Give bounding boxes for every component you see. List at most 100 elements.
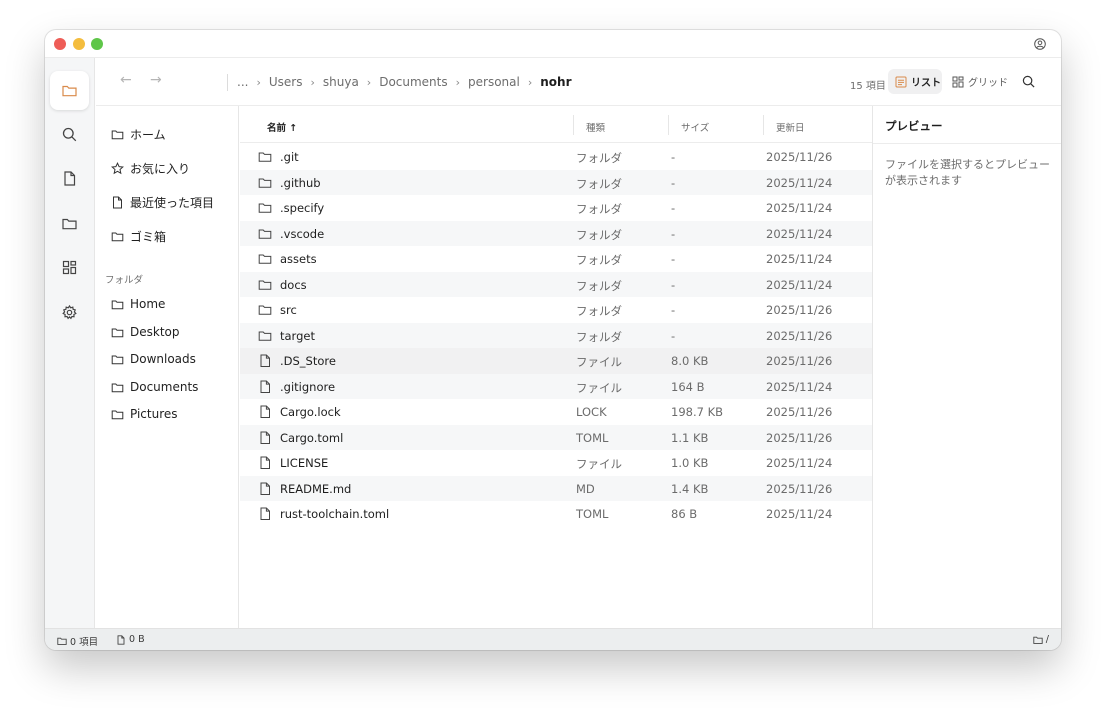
- column-resize-handle[interactable]: [573, 115, 574, 135]
- file-modified: 2025/11/24: [766, 252, 833, 266]
- file-kind: ファイル: [576, 355, 622, 369]
- sidebar-item-label: Documents: [130, 380, 199, 394]
- sidebar-folder-desktop[interactable]: Desktop: [111, 322, 180, 342]
- table-row[interactable]: LICENSE ファイル 1.0 KB 2025/11/24: [240, 450, 872, 476]
- status-item-count: 0 項目: [57, 634, 98, 648]
- rail-apps-button[interactable]: [50, 248, 89, 287]
- file-kind: フォルダ: [576, 304, 622, 318]
- back-button[interactable]: ←: [120, 72, 132, 88]
- search-icon[interactable]: [1022, 75, 1035, 88]
- file-modified: 2025/11/26: [766, 430, 833, 445]
- sidebar-folder-documents[interactable]: Documents: [111, 377, 198, 397]
- table-row[interactable]: .specify フォルダ - 2025/11/24: [240, 195, 872, 221]
- rail-settings-button[interactable]: [50, 293, 89, 332]
- status-path[interactable]: /: [1033, 634, 1049, 645]
- grid-icon: [62, 260, 77, 275]
- table-row[interactable]: assets フォルダ - 2025/11/24: [240, 246, 872, 272]
- column-header-size[interactable]: サイズ: [681, 120, 709, 134]
- file-icon: [64, 171, 76, 186]
- file-name: assets: [280, 252, 317, 266]
- chevron-right-icon: ›: [455, 75, 461, 89]
- file-name: .gitignore: [280, 379, 336, 394]
- sidebar-item-label: Desktop: [130, 325, 180, 339]
- file-name: .DS_Store: [280, 354, 336, 368]
- sidebar-folder-downloads[interactable]: Downloads: [111, 349, 196, 369]
- preview-title: プレビュー: [885, 119, 943, 133]
- column-resize-handle[interactable]: [668, 115, 669, 135]
- table-row[interactable]: docs フォルダ - 2025/11/24: [240, 271, 872, 297]
- folder-icon: [111, 328, 124, 337]
- breadcrumb-shuya[interactable]: shuya: [323, 75, 359, 89]
- zoom-window-button[interactable]: [91, 38, 103, 50]
- file-kind: MD: [576, 481, 595, 496]
- close-window-button[interactable]: [54, 38, 66, 50]
- list-view-icon: [895, 76, 907, 87]
- column-resize-handle[interactable]: [763, 115, 764, 135]
- grid-view-button[interactable]: グリッド: [952, 69, 1008, 94]
- sidebar-item-label: ホーム: [130, 127, 166, 142]
- file-kind: フォルダ: [576, 227, 622, 242]
- table-row[interactable]: rust-toolchain.toml TOML 86 B 2025/11/24: [240, 501, 872, 527]
- table-row[interactable]: .github フォルダ - 2025/11/24: [240, 169, 872, 195]
- folder-icon: [258, 229, 272, 239]
- sidebar-item-trash[interactable]: ゴミ箱: [111, 226, 166, 246]
- sidebar-item-home[interactable]: ホーム: [111, 124, 166, 144]
- list-view-button[interactable]: リスト: [888, 69, 942, 94]
- rail-files-button[interactable]: [50, 71, 89, 110]
- grid-view-label: グリッド: [968, 78, 1008, 89]
- sidebar-item-favorites[interactable]: お気に入り: [111, 158, 190, 178]
- table-row[interactable]: .DS_Store ファイル 8.0 KB 2025/11/26: [240, 348, 872, 374]
- breadcrumb-personal[interactable]: personal: [468, 75, 520, 89]
- rail-documents-button[interactable]: [50, 159, 89, 198]
- file-kind: LOCK: [576, 405, 607, 419]
- table-row[interactable]: .git フォルダ - 2025/11/26: [240, 144, 872, 170]
- sidebar-item-label: 最近使った項目: [130, 195, 215, 210]
- file-size: 198.7 KB: [671, 405, 724, 419]
- folder-icon: [258, 254, 272, 264]
- column-header-name[interactable]: 名前 ↑: [267, 120, 297, 134]
- file-size: -: [671, 303, 676, 317]
- table-row[interactable]: .vscode フォルダ - 2025/11/24: [240, 220, 872, 246]
- file-modified: 2025/11/26: [766, 303, 833, 317]
- folder-icon: [62, 218, 77, 230]
- rail-search-button[interactable]: [50, 115, 89, 154]
- table-row[interactable]: target フォルダ - 2025/11/26: [240, 322, 872, 348]
- sidebar-item-recent[interactable]: 最近使った項目: [111, 192, 214, 212]
- chevron-right-icon: ›: [366, 75, 372, 89]
- forward-button[interactable]: →: [150, 72, 162, 88]
- list-view-label: リスト: [911, 78, 941, 89]
- table-row[interactable]: Cargo.lock LOCK 198.7 KB 2025/11/26: [240, 399, 872, 425]
- column-header-modified[interactable]: 更新日: [776, 120, 805, 134]
- minimize-window-button[interactable]: [73, 38, 85, 50]
- file-name: docs: [280, 277, 307, 292]
- file-name: .github: [280, 175, 321, 190]
- file-kind: フォルダ: [576, 176, 622, 191]
- breadcrumb-documents[interactable]: Documents: [379, 75, 447, 89]
- folder-icon: [258, 152, 272, 162]
- table-row[interactable]: .gitignore ファイル 164 B 2025/11/24: [240, 373, 872, 399]
- file-name: target: [280, 328, 315, 343]
- chevron-right-icon: ›: [310, 75, 315, 89]
- table-row[interactable]: README.md MD 1.4 KB 2025/11/26: [240, 475, 872, 501]
- rail-folders-button[interactable]: [50, 204, 89, 243]
- file-name: .specify: [280, 201, 325, 215]
- sidebar-folder-pictures[interactable]: Pictures: [111, 404, 178, 424]
- file-icon: [260, 431, 270, 444]
- file-icon: [260, 380, 270, 393]
- account-icon[interactable]: [1034, 38, 1046, 50]
- file-modified: 2025/11/24: [766, 379, 833, 394]
- breadcrumb-ellipsis[interactable]: ...: [237, 75, 248, 89]
- item-count: 15 項目: [850, 81, 886, 92]
- sidebar-item-label: Pictures: [130, 407, 178, 421]
- gear-icon: [62, 304, 77, 320]
- table-row[interactable]: src フォルダ - 2025/11/26: [240, 297, 872, 323]
- breadcrumb-current[interactable]: nohr: [540, 75, 571, 89]
- breadcrumb-users[interactable]: Users: [269, 75, 303, 89]
- column-header-kind[interactable]: 種類: [586, 120, 605, 134]
- file-modified: 2025/11/26: [766, 354, 833, 368]
- sidebar-folder-home[interactable]: Home: [111, 294, 165, 314]
- file-name: .git: [280, 150, 299, 164]
- file-icon: [260, 482, 270, 495]
- table-row[interactable]: Cargo.toml TOML 1.1 KB 2025/11/26: [240, 424, 872, 450]
- chevron-right-icon: ›: [527, 75, 533, 89]
